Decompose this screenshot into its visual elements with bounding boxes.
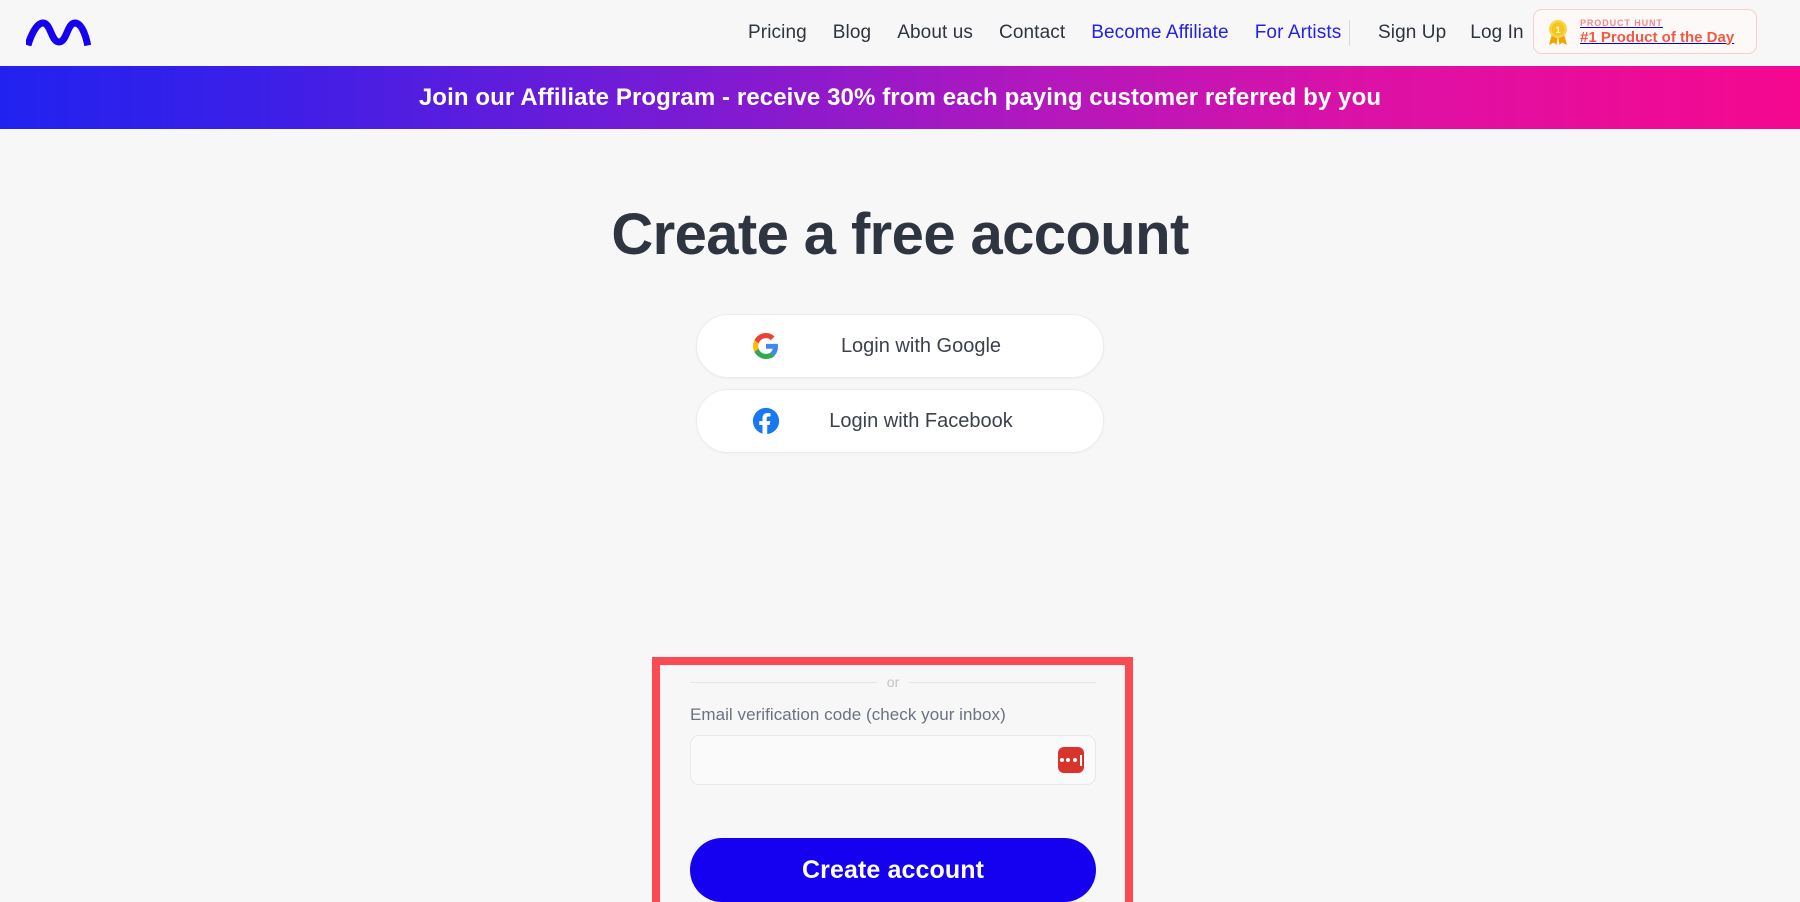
divider-line-left [690,681,877,683]
svg-text:1: 1 [1555,25,1560,35]
affiliate-banner[interactable]: Join our Affiliate Program - receive 30%… [0,66,1800,129]
verification-code-label: Email verification code (check your inbo… [690,705,1006,724]
wave-logo-icon [26,19,92,47]
signup-main: Create a free account Login with Google [0,201,1800,902]
lastpass-dot [1072,758,1077,762]
log-in-link[interactable]: Log In [1470,22,1523,44]
signup-form: or Email verification code (check your i… [690,673,1097,902]
page-title: Create a free account [611,202,1189,267]
divider-label: or [886,674,900,690]
facebook-icon [752,407,780,435]
product-hunt-kicker: PRODUCT HUNT [1580,17,1663,28]
verification-code-field [690,735,1096,785]
lastpass-dot [1059,758,1064,762]
nav-item-contact[interactable]: Contact [999,22,1065,44]
product-hunt-badge[interactable]: 1 PRODUCT HUNT #1 Product of the Day [1533,9,1757,54]
affiliate-banner-text: Join our Affiliate Program - receive 30%… [418,83,1382,111]
auth-links: Sign Up Log In [1345,0,1524,66]
nav-item-blog[interactable]: Blog [833,22,871,44]
mubert-wave-logo[interactable] [26,16,126,50]
lastpass-icon[interactable] [1058,747,1084,773]
lastpass-dot [1066,758,1071,762]
medal-icon: 1 [1549,19,1567,45]
site-header: Pricing Blog About us Contact Become Aff… [0,0,1800,66]
nav-item-become-affiliate[interactable]: Become Affiliate [1091,22,1229,44]
google-icon [752,332,780,360]
nav-item-about-us[interactable]: About us [897,22,973,44]
sign-up-link[interactable]: Sign Up [1378,22,1446,44]
nav-item-pricing[interactable]: Pricing [748,22,807,44]
divider-line-right [909,681,1097,683]
lastpass-cursor-bar [1080,754,1083,766]
verification-code-input[interactable] [690,735,1096,785]
product-hunt-title: #1 Product of the Day [1580,28,1735,46]
nav-item-for-artists[interactable]: For Artists [1255,22,1342,44]
nav-divider [1349,20,1350,46]
main-navigation: Pricing Blog About us Contact Become Aff… [748,0,1341,66]
create-account-button[interactable]: Create account [690,838,1096,902]
login-with-facebook-button[interactable]: Login with Facebook [696,389,1104,453]
social-login-group: Login with Google Login with Facebook [0,314,1800,453]
or-divider: or [690,673,1097,691]
login-with-google-button[interactable]: Login with Google [696,314,1104,378]
product-hunt-text: PRODUCT HUNT #1 Product of the Day [1580,17,1734,47]
